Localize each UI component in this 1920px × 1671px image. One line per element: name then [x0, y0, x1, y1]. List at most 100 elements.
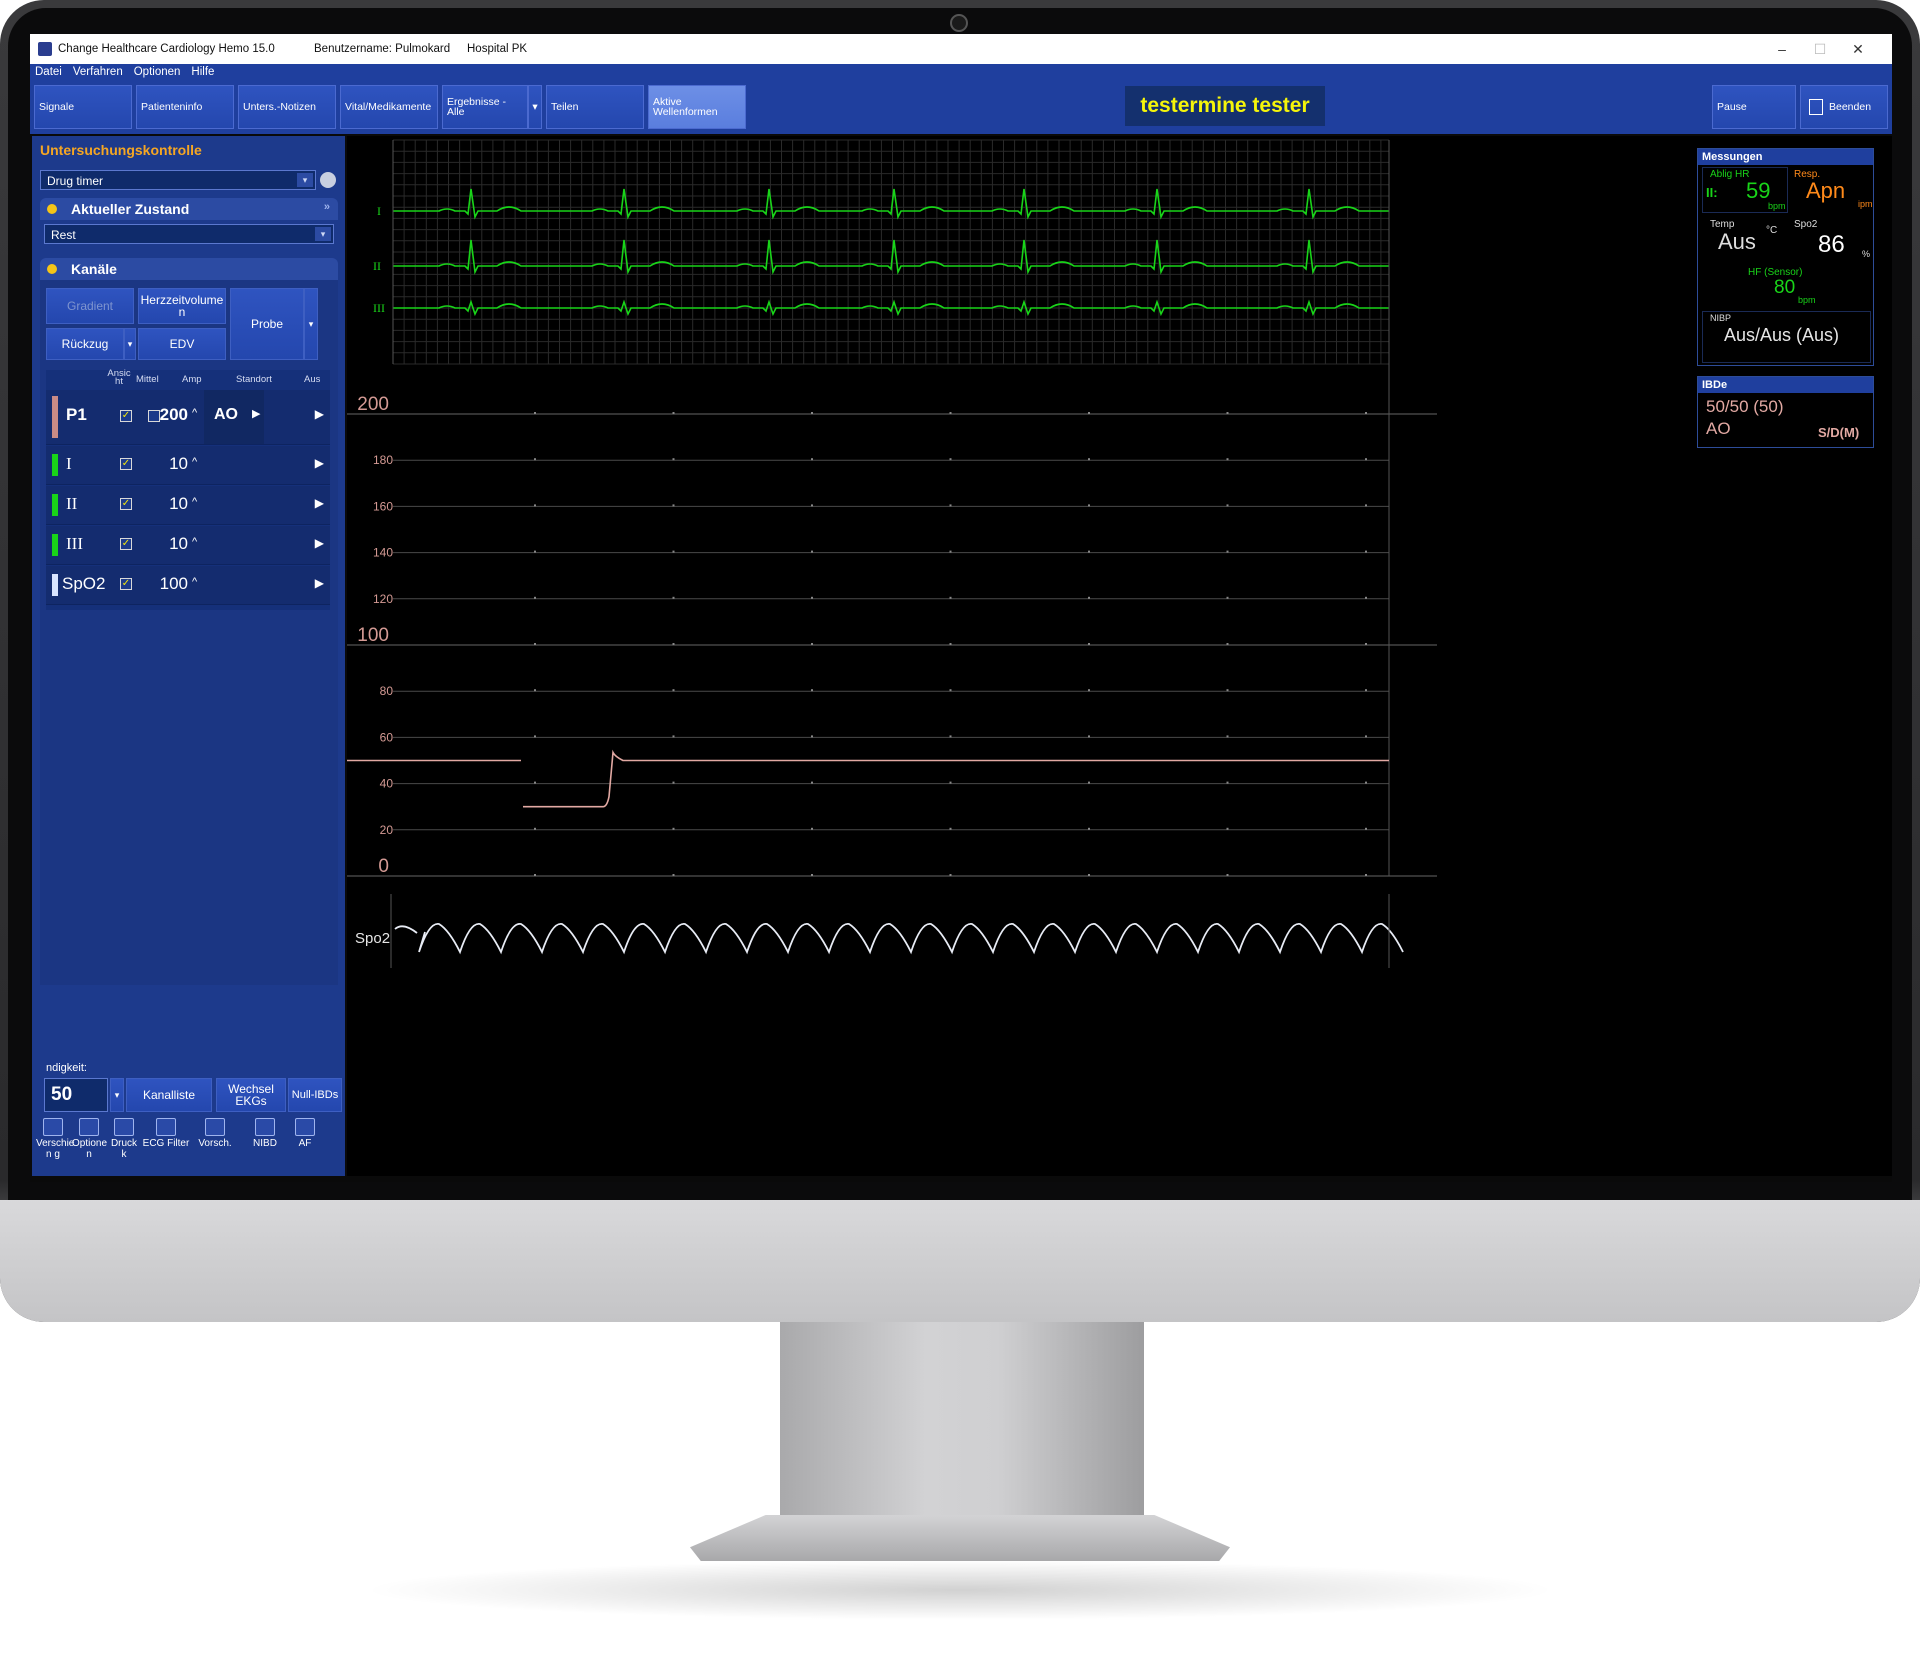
- channel-expand-icon[interactable]: ▶: [315, 407, 324, 421]
- hf-sensor-unit: bpm: [1798, 295, 1816, 305]
- menu-hilfe[interactable]: Hilfe: [186, 64, 220, 78]
- pressure-scale-label: 120: [373, 592, 393, 606]
- menu-optionen[interactable]: Optionen: [129, 64, 187, 78]
- resp-value: Apn: [1806, 178, 1846, 203]
- share-button[interactable]: Teilen: [546, 85, 644, 129]
- signals-button[interactable]: Signale: [34, 85, 132, 129]
- pressure-scale-label: 100: [357, 625, 389, 646]
- state-dropdown[interactable]: Rest ▾: [44, 224, 334, 244]
- view-checkbox[interactable]: ✓: [120, 410, 132, 422]
- amp-up-icon[interactable]: ^: [192, 456, 197, 468]
- sample-dropdown-icon[interactable]: ▾: [304, 288, 318, 360]
- view-checkbox[interactable]: ✓: [120, 498, 132, 510]
- pressure-grid-dot: [534, 874, 536, 876]
- exit-button[interactable]: Beenden: [1800, 85, 1888, 129]
- ecg-lead-ii-trace: [393, 239, 1389, 275]
- cardiac-output-button[interactable]: Herzzeitvolume n: [138, 288, 226, 324]
- channel-amp[interactable]: 100: [138, 574, 188, 594]
- channel-row-spo2[interactable]: SpO2 ✓ 100 ^ ▶: [46, 566, 330, 605]
- channel-amp[interactable]: 10: [138, 494, 188, 514]
- pressure-scale-label: 160: [373, 499, 393, 513]
- pressure-grid-dot: [1226, 596, 1229, 599]
- speed-dropdown[interactable]: 50: [44, 1078, 108, 1112]
- pressure-grid-dot: [672, 550, 675, 553]
- preview-tool[interactable]: Vorsch.: [192, 1118, 238, 1149]
- view-checkbox[interactable]: ✓: [120, 538, 132, 550]
- speed-dropdown-icon[interactable]: ▾: [110, 1078, 124, 1112]
- minimize-icon[interactable]: –: [1767, 38, 1797, 60]
- share-button-label: Teilen: [551, 101, 579, 113]
- pressure-grid-dot: [1226, 735, 1229, 738]
- close-icon[interactable]: ✕: [1843, 38, 1873, 60]
- menu-verfahren[interactable]: Verfahren: [68, 64, 129, 78]
- options-tool[interactable]: Optione n: [72, 1118, 107, 1160]
- drug-timer-dropdown[interactable]: Drug timer ▾: [40, 170, 316, 190]
- pressure-scale-label: 20: [380, 823, 394, 837]
- maximize-icon[interactable]: ☐: [1805, 38, 1835, 60]
- pressure-grid-dot: [811, 781, 813, 784]
- af-tool[interactable]: AF: [292, 1118, 318, 1149]
- spo2-trace: [394, 923, 1404, 955]
- pressure-scale-label: 80: [380, 684, 394, 698]
- pressure-grid-dot: [672, 412, 675, 414]
- gradient-button[interactable]: Gradient: [46, 288, 134, 324]
- amp-up-icon[interactable]: ^: [192, 496, 197, 508]
- edv-button[interactable]: EDV: [138, 328, 226, 360]
- channel-expand-icon[interactable]: ▶: [315, 496, 324, 510]
- pressure-grid-dot: [949, 781, 952, 784]
- switch-ecg-button[interactable]: Wechsel EKGs: [216, 1078, 286, 1112]
- amp-up-icon[interactable]: ^: [192, 536, 197, 548]
- camera-icon: [950, 14, 968, 32]
- channel-row-iii[interactable]: III ✓ 10 ^ ▶: [46, 526, 330, 565]
- ecg-grid: [392, 139, 1389, 365]
- results-button[interactable]: Ergebnisse - Alle: [442, 85, 528, 129]
- channel-list-button[interactable]: Kanalliste: [126, 1078, 212, 1112]
- pullback-button[interactable]: Rückzug: [46, 328, 124, 360]
- pressure-grid-dot: [534, 735, 536, 738]
- channel-row-p1[interactable]: P1 ✓ 200 ^ AO ▶ ▶: [46, 390, 330, 445]
- nibp-value: Aus/Aus (Aus): [1724, 325, 1840, 345]
- pressure-scale-label: 200: [357, 394, 389, 415]
- pause-button[interactable]: Pause: [1712, 85, 1796, 129]
- current-state-header[interactable]: Aktueller Zustand »: [40, 198, 338, 220]
- pullback-dropdown-icon[interactable]: ▾: [124, 328, 136, 360]
- exam-notes-button[interactable]: Unters.-Notizen: [238, 85, 336, 129]
- pressure-grid-dot: [949, 735, 952, 738]
- location-arrow-icon[interactable]: ▶: [252, 407, 260, 420]
- vitals-medication-button[interactable]: Vital/Medikamente: [340, 85, 438, 129]
- channel-amp[interactable]: 10: [138, 534, 188, 554]
- view-checkbox[interactable]: ✓: [120, 458, 132, 470]
- channel-row-ii[interactable]: II ✓ 10 ^ ▶: [46, 486, 330, 525]
- channel-amp[interactable]: 10: [138, 454, 188, 474]
- pressure-grid-dot: [1088, 643, 1090, 645]
- amp-up-icon[interactable]: ^: [192, 576, 197, 588]
- channel-amp[interactable]: 200: [138, 405, 188, 425]
- title-bar: Change Healthcare Cardiology Hemo 15.0 B…: [30, 34, 1892, 64]
- active-waveforms-button[interactable]: Aktive Wellenformen: [648, 85, 746, 129]
- channel-expand-icon[interactable]: ▶: [315, 456, 324, 470]
- amp-up-icon[interactable]: ^: [192, 407, 197, 419]
- ecg-lead-label: I: [377, 204, 381, 218]
- ecg-lead-label: II: [373, 259, 381, 273]
- print-tool[interactable]: Druck k: [108, 1118, 140, 1160]
- pressure-grid-dot: [811, 689, 813, 692]
- channel-expand-icon[interactable]: ▶: [315, 576, 324, 590]
- ibd-title: IBDe: [1698, 377, 1873, 393]
- results-dropdown-icon[interactable]: ▾: [528, 85, 542, 129]
- view-checkbox[interactable]: ✓: [120, 578, 132, 590]
- patient-info-button[interactable]: Patienteninfo: [136, 85, 234, 129]
- print-icon: [114, 1118, 134, 1136]
- zero-ibd-button[interactable]: Null-IBDs: [288, 1078, 342, 1112]
- pressure-grid-dot: [811, 504, 813, 507]
- sample-button[interactable]: Probe: [230, 288, 304, 360]
- menu-datei[interactable]: Datei: [30, 64, 68, 78]
- timer-info-icon[interactable]: [320, 172, 336, 188]
- ecg-filter-tool[interactable]: ECG Filter: [140, 1118, 192, 1149]
- channels-header[interactable]: Kanäle: [40, 258, 338, 280]
- pressure-grid-dot: [1365, 458, 1367, 461]
- channel-row-i[interactable]: I ✓ 10 ^ ▶: [46, 446, 330, 485]
- move-tool[interactable]: Verschie n g: [36, 1118, 74, 1160]
- pressure-grid-dot: [534, 781, 536, 784]
- nibd-tool[interactable]: NIBD: [250, 1118, 280, 1149]
- channel-expand-icon[interactable]: ▶: [315, 536, 324, 550]
